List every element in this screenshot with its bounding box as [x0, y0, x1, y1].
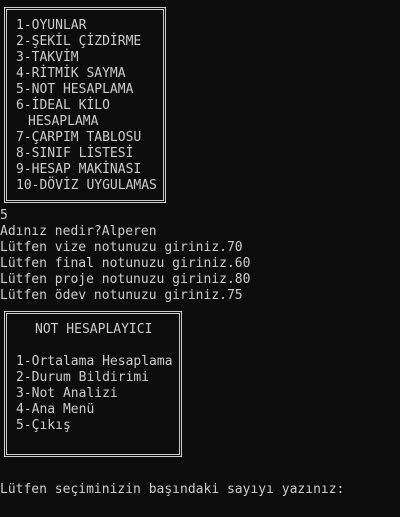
menu-item-sekil-cizdirme: 2-ŞEKİL ÇİZDİRME [16, 34, 142, 49]
menu-item-ideal-kilo-cont: HESAPLAMA [28, 114, 99, 129]
output-line-final: Lütfen final notunuzu giriniz.60 [0, 256, 251, 271]
menu-item-hesap-makinasi: 9-HESAP MAKİNASI [16, 162, 142, 177]
output-line-odev: Lütfen ödev notunuzu giriniz.75 [0, 288, 243, 303]
menu-item-oyunlar: 1-OYUNLAR [16, 18, 87, 33]
menu-item-ritmik-sayma: 4-RİTMİK SAYMA [16, 66, 126, 81]
grade-menu-item-ana-menu: 4-Ana Menü [16, 402, 95, 417]
menu-item-takvim: 3-TAKVİM [16, 50, 79, 65]
output-line-vize: Lütfen vize notunuzu giriniz.70 [0, 240, 243, 255]
output-line-choice: 5 [0, 208, 8, 223]
grade-menu-item-analiz: 3-Not Analizi [16, 386, 118, 401]
grade-menu-box: NOT HESAPLAYICI 1-Ortalama Hesaplama 2-D… [4, 311, 182, 457]
menu-item-sinif-listesi: 8-SINIF LİSTESİ [16, 146, 134, 161]
menu-item-not-hesaplama: 5-NOT HESAPLAMA [16, 82, 134, 97]
menu-item-doviz-uygulamasi: 10-DÖVİZ UYGULAMAS [16, 178, 157, 193]
console-output: 5 Adınız nedir?Alperen Lütfen vize notun… [0, 208, 250, 304]
grade-menu-title: NOT HESAPLAYICI [35, 322, 153, 337]
menu-item-carpim-tablosu: 7-ÇARPIM TABLOSU [16, 130, 142, 145]
console-window[interactable]: 1-OYUNLAR 2-ŞEKİL ÇİZDİRME 3-TAKVİM 4-Rİ… [0, 0, 400, 517]
grade-menu-item-ortalama: 1-Ortalama Hesaplama [16, 354, 173, 369]
input-prompt[interactable]: Lütfen seçiminizin başındaki sayıyı yazı… [0, 482, 344, 498]
menu-item-ideal-kilo: 6-İDEAL KİLO [16, 98, 110, 113]
grade-menu-item-durum: 2-Durum Bildirimi [16, 370, 150, 385]
grade-menu-spacer [16, 338, 179, 354]
main-menu-box: 1-OYUNLAR 2-ŞEKİL ÇİZDİRME 3-TAKVİM 4-Rİ… [4, 7, 166, 203]
grade-menu-item-cikis: 5-Çıkış [16, 418, 71, 433]
output-line-proje: Lütfen proje notunuzu giriniz.80 [0, 272, 251, 287]
output-line-name: Adınız nedir?Alperen [0, 224, 157, 239]
